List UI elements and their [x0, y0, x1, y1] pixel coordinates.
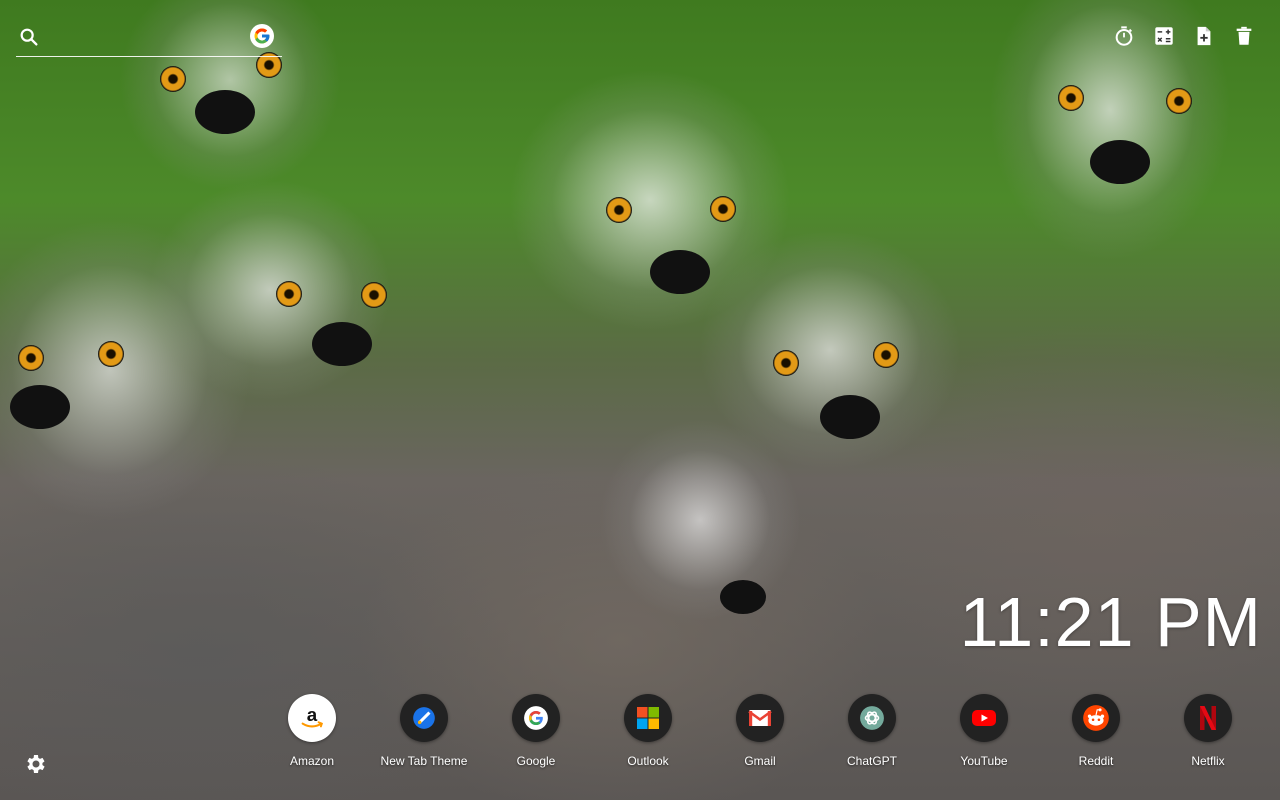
lemur-eye	[160, 66, 186, 92]
lemur-eye	[606, 197, 632, 223]
shortcut-label: Netflix	[1191, 754, 1225, 768]
lemur-eye	[873, 342, 899, 368]
microsoft-icon	[624, 694, 672, 742]
lemur-nose	[820, 395, 880, 439]
svg-text:a: a	[307, 704, 318, 725]
clock-time: 11:21 PM	[959, 583, 1262, 661]
shortcut-label: ChatGPT	[846, 754, 897, 768]
shortcut-youtube[interactable]: YouTube	[928, 694, 1040, 774]
calculator-icon[interactable]	[1152, 24, 1176, 48]
shortcut-label: Amazon	[289, 754, 335, 768]
lemur-eye	[361, 282, 387, 308]
shortcut-label: Reddit	[1078, 754, 1114, 768]
google-icon[interactable]	[250, 24, 274, 48]
shortcut-label: New Tab Theme	[380, 754, 468, 768]
amazon-icon: a	[288, 694, 336, 742]
shortcut-new-tab-theme[interactable]: New Tab Theme	[368, 694, 480, 774]
lemur-eye	[276, 281, 302, 307]
search-bar	[16, 18, 282, 57]
lemur-nose	[10, 385, 70, 429]
lemur-nose	[195, 90, 255, 134]
youtube-icon	[960, 694, 1008, 742]
lemur-eye	[1058, 85, 1084, 111]
lemur-eye	[710, 196, 736, 222]
shortcut-label: Google	[516, 754, 556, 768]
shortcuts-dock: a Amazon New Tab Theme Google Outlook Gm	[256, 694, 1264, 774]
trash-icon[interactable]	[1232, 24, 1256, 48]
toolbar	[1112, 24, 1256, 48]
timer-icon[interactable]	[1112, 24, 1136, 48]
chatgpt-icon	[848, 694, 896, 742]
netflix-icon	[1184, 694, 1232, 742]
search-input[interactable]	[50, 24, 244, 50]
lemur-eye	[1166, 88, 1192, 114]
shortcut-reddit[interactable]: Reddit	[1040, 694, 1152, 774]
lemur-eye	[18, 345, 44, 371]
google-icon	[512, 694, 560, 742]
lemur-nose	[650, 250, 710, 294]
gmail-icon	[736, 694, 784, 742]
reddit-icon	[1072, 694, 1120, 742]
lemur-nose	[720, 580, 766, 614]
lemur-nose	[1090, 140, 1150, 184]
shortcut-outlook[interactable]: Outlook	[592, 694, 704, 774]
shortcut-label: YouTube	[960, 754, 1008, 768]
shortcut-netflix[interactable]: Netflix	[1152, 694, 1264, 774]
background-wallpaper	[0, 0, 1280, 800]
shortcut-label: Gmail	[744, 754, 776, 768]
new-note-icon[interactable]	[1192, 24, 1216, 48]
shortcut-google[interactable]: Google	[480, 694, 592, 774]
shortcut-label: Outlook	[627, 754, 669, 768]
shortcut-chatgpt[interactable]: ChatGPT	[816, 694, 928, 774]
lemur-eye	[98, 341, 124, 367]
new-tab-theme-icon	[400, 694, 448, 742]
settings-icon[interactable]	[24, 752, 48, 776]
lemur-eye	[773, 350, 799, 376]
search-icon[interactable]	[18, 26, 40, 48]
shortcut-gmail[interactable]: Gmail	[704, 694, 816, 774]
shortcut-amazon[interactable]: a Amazon	[256, 694, 368, 774]
lemur-nose	[312, 322, 372, 366]
